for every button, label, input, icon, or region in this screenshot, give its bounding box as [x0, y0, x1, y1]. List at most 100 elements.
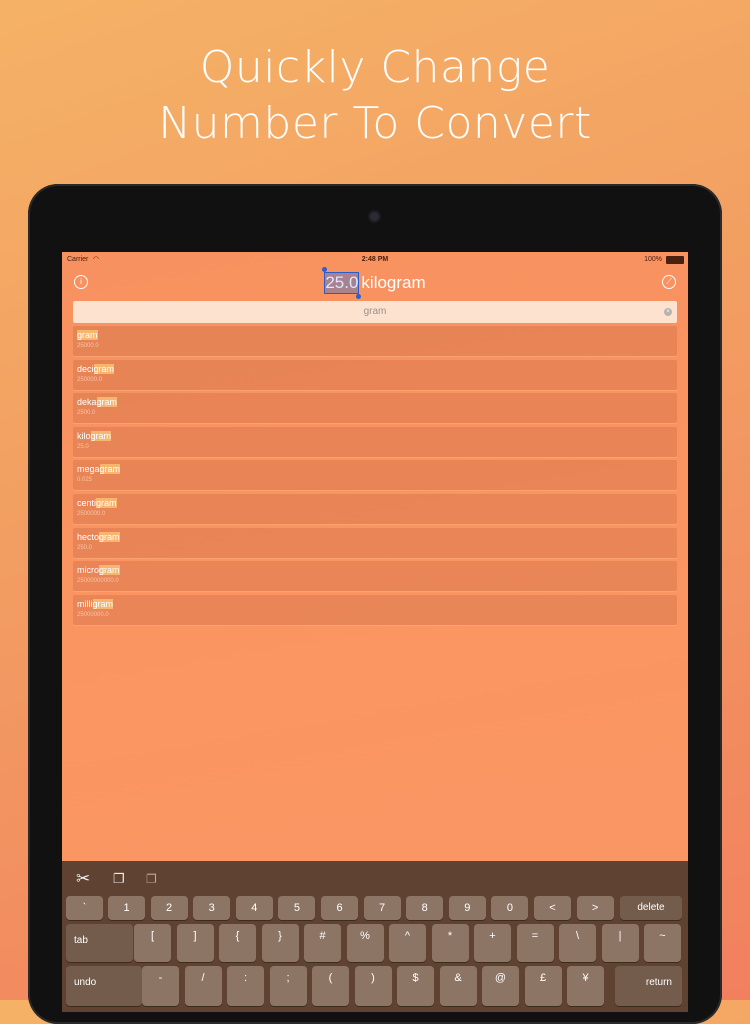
- key[interactable]: `: [66, 896, 103, 920]
- result-match-highlight: gram: [77, 330, 98, 340]
- key[interactable]: ¥: [567, 966, 604, 1006]
- key[interactable]: ^: [389, 924, 426, 962]
- unit-label[interactable]: kilogram: [361, 273, 425, 292]
- key[interactable]: 3: [193, 896, 231, 920]
- result-row[interactable]: centigram 2500000.0: [73, 493, 677, 524]
- keyboard: ✂ ❐ ❐ ` 1 2 3 4 5 6 7 8 9 0 < > delete tab[]{} #% ^ * + = \ |…: [62, 861, 688, 1012]
- result-prefix: deka: [77, 397, 97, 408]
- result-row[interactable]: megagram 0.025: [73, 460, 677, 491]
- key[interactable]: 8: [406, 896, 444, 920]
- key[interactable]: %: [346, 924, 384, 962]
- result-row[interactable]: gram 25000.0: [73, 326, 677, 356]
- key[interactable]: @: [482, 966, 519, 1006]
- key[interactable]: £: [524, 966, 562, 1006]
- key[interactable]: ): [354, 966, 392, 1006]
- key[interactable]: #: [304, 924, 341, 962]
- headline-line-2: Number To Convert: [158, 98, 592, 149]
- key[interactable]: |: [601, 924, 639, 962]
- paste-icon[interactable]: ❐: [146, 872, 157, 886]
- result-match-highlight: gram: [92, 598, 114, 609]
- key[interactable]: 2: [150, 896, 188, 920]
- keyboard-toolbar: ✂ ❐ ❐: [62, 861, 688, 893]
- headline-line-1: Quickly Change: [199, 42, 551, 93]
- result-match-highlight: gram: [90, 430, 112, 441]
- key[interactable]: ]: [176, 924, 214, 962]
- compass-icon[interactable]: ⟋: [662, 275, 676, 289]
- key[interactable]: 7: [363, 896, 401, 920]
- result-prefix: kilo: [77, 430, 91, 441]
- results-list: gram 25000.0 decigram 250000.0 dekagram 2500.…: [73, 326, 677, 628]
- key[interactable]: ~: [644, 924, 681, 962]
- clear-icon[interactable]: ×: [664, 308, 672, 316]
- key[interactable]: {: [219, 924, 256, 962]
- key[interactable]: 5: [278, 896, 316, 920]
- key[interactable]: =: [516, 924, 554, 962]
- number-field[interactable]: 25.0: [322, 267, 362, 299]
- delete-key[interactable]: delete: [620, 896, 682, 920]
- key[interactable]: &: [439, 966, 477, 1006]
- key[interactable]: (: [312, 966, 349, 1006]
- key[interactable]: $: [397, 966, 434, 1006]
- result-row[interactable]: kilogram 25.0: [73, 426, 677, 457]
- key[interactable]: 6: [321, 896, 358, 920]
- result-row[interactable]: decigram 250000.0: [73, 359, 677, 390]
- result-row[interactable]: milligram 25000000.0: [73, 594, 677, 625]
- key[interactable]: ;: [269, 966, 307, 1006]
- camera-icon: [370, 212, 379, 221]
- key[interactable]: 4: [235, 896, 273, 920]
- result-row[interactable]: dekagram 2500.0: [73, 393, 677, 424]
- result-unit-name: microgram: [77, 565, 120, 576]
- selection-handle-start[interactable]: [322, 267, 328, 272]
- cut-icon[interactable]: ✂: [76, 869, 90, 889]
- result-value: 2500000.0: [77, 510, 106, 517]
- key[interactable]: >: [576, 896, 614, 920]
- result-match-highlight: gram: [99, 464, 121, 475]
- result-prefix: hecto: [77, 531, 100, 542]
- result-unit-name: kilogram: [77, 430, 112, 441]
- result-prefix: milli: [77, 598, 93, 609]
- ipad-frame: Carrier ◠ 2:48 PM 100% i 25.0 kilogram ⟋ …: [28, 184, 722, 1024]
- key[interactable]: /: [184, 966, 222, 1006]
- result-value: 250000.0: [77, 376, 103, 383]
- result-unit-name: hectogram: [77, 531, 120, 542]
- undo-key[interactable]: undo: [66, 966, 142, 1006]
- app-screen: Carrier ◠ 2:48 PM 100% i 25.0 kilogram ⟋ …: [62, 252, 688, 1012]
- conversion-title[interactable]: 25.0 kilogram: [62, 267, 688, 299]
- key[interactable]: <: [534, 896, 571, 920]
- number-value: 25.0: [325, 273, 359, 292]
- result-value: 25.0: [77, 443, 89, 450]
- key[interactable]: -: [142, 966, 179, 1006]
- result-prefix: centi: [77, 497, 97, 508]
- result-value: 25000000000.0: [77, 578, 119, 585]
- search-input[interactable]: gram: [73, 306, 677, 317]
- search-field[interactable]: gram ×: [73, 301, 677, 323]
- key[interactable]: 9: [448, 896, 486, 920]
- result-unit-name: milligram: [77, 598, 114, 609]
- status-bar: Carrier ◠ 2:48 PM 100%: [62, 252, 688, 268]
- result-value: 0.025: [77, 477, 93, 484]
- result-unit-name: megagram: [77, 464, 121, 475]
- battery-icon: [666, 256, 684, 264]
- result-row[interactable]: microgram 25000000000.0: [73, 561, 677, 592]
- result-prefix: micro: [77, 565, 99, 576]
- result-row[interactable]: hectogram 250.0: [73, 527, 677, 558]
- result-match-highlight: gram: [96, 397, 118, 408]
- key[interactable]: 0: [491, 896, 529, 920]
- key[interactable]: }: [261, 924, 299, 962]
- result-match-highlight: gram: [93, 363, 115, 374]
- result-value: 25000.0: [77, 343, 99, 349]
- selection-handle-end[interactable]: [356, 294, 362, 299]
- key[interactable]: :: [227, 966, 264, 1006]
- result-match-highlight: gram: [99, 531, 120, 542]
- result-value: 2500.0: [77, 410, 96, 417]
- return-key[interactable]: return: [615, 966, 682, 1006]
- result-match-highlight: gram: [99, 565, 120, 576]
- key[interactable]: [: [134, 924, 171, 962]
- result-prefix: deci: [77, 363, 94, 374]
- key[interactable]: *: [431, 924, 469, 962]
- copy-icon[interactable]: ❐: [113, 871, 125, 887]
- key[interactable]: 1: [108, 896, 145, 920]
- key[interactable]: \: [559, 924, 596, 962]
- key[interactable]: +: [474, 924, 511, 962]
- tab-key[interactable]: tab: [66, 924, 133, 962]
